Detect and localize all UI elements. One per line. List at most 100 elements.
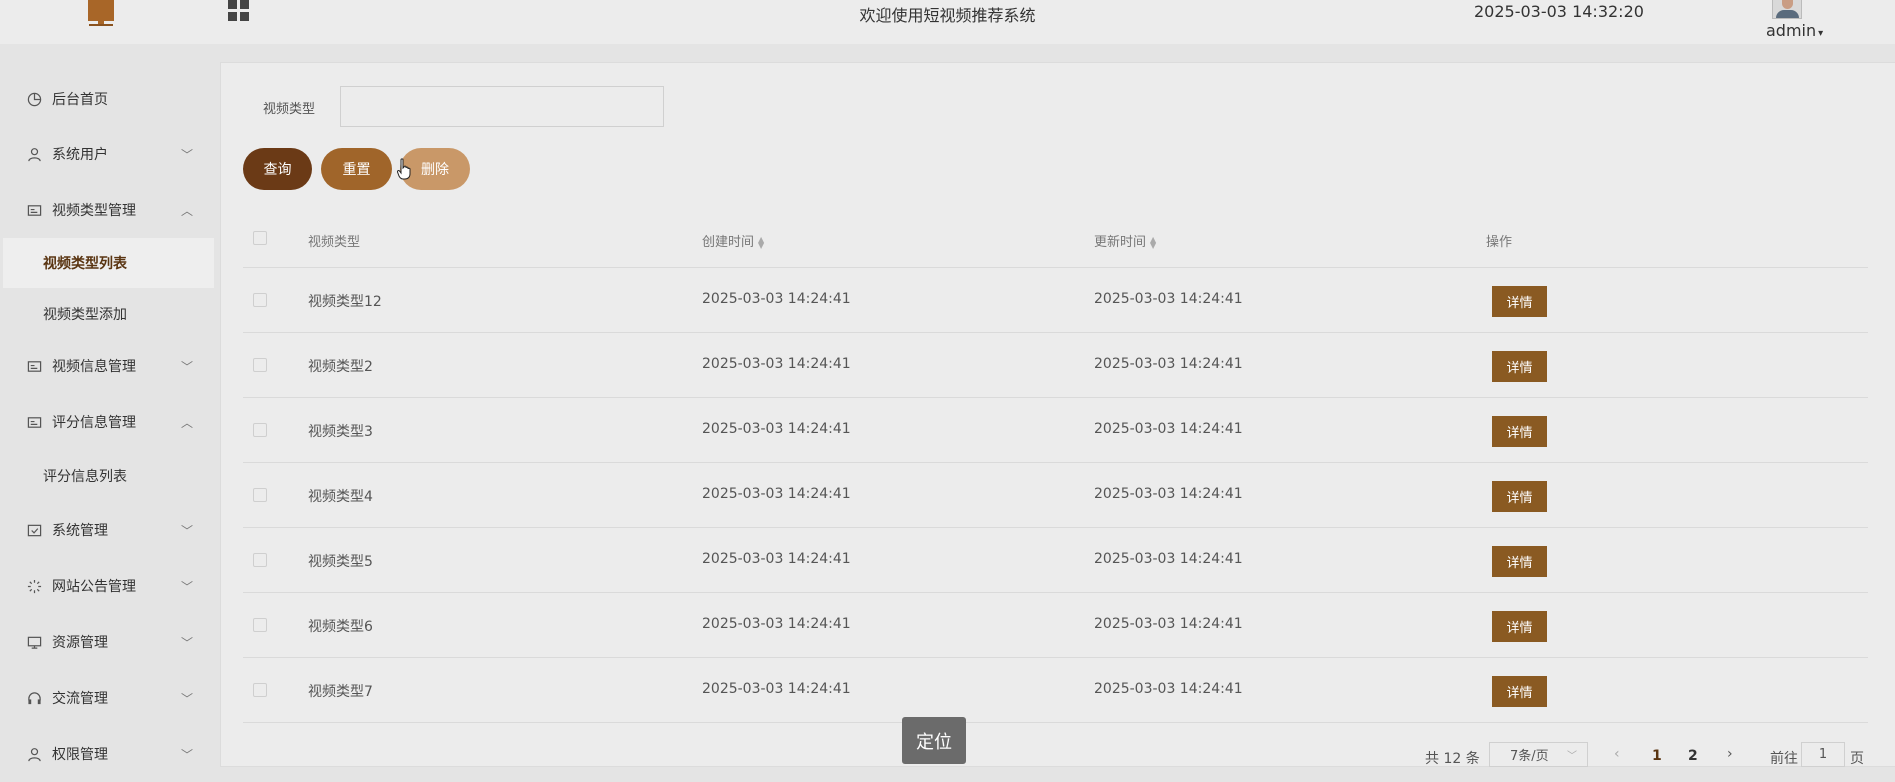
cell-created-time: 2025-03-03 14:24:41 <box>702 616 851 632</box>
detail-button[interactable]: 详情 <box>1492 286 1547 317</box>
row-checkbox[interactable] <box>253 553 267 567</box>
cell-updated-time: 2025-03-03 14:24:41 <box>1094 616 1243 632</box>
sidebar-item-video-type-list[interactable]: 视频类型列表 <box>3 238 214 288</box>
sidebar-item-label: 系统管理 <box>52 523 108 539</box>
sidebar-item-label: 评分信息列表 <box>43 469 127 485</box>
cell-updated-time: 2025-03-03 14:24:41 <box>1094 421 1243 437</box>
sidebar: 后台首页 系统用户 ﹀ 视频类型管理 ︿ 视频类型列表 视频类型添加 视频信息管… <box>0 44 214 767</box>
sidebar-item-rating-list[interactable]: 评分信息列表 <box>0 451 214 501</box>
sidebar-item-label: 视频类型管理 <box>52 203 136 219</box>
sidebar-item-label: 评分信息管理 <box>52 415 136 431</box>
sidebar-item-label: 视频类型添加 <box>43 307 127 323</box>
detail-button[interactable]: 详情 <box>1492 416 1547 447</box>
sidebar-item-system-management[interactable]: 系统管理 ﹀ <box>0 502 214 558</box>
detail-button[interactable]: 详情 <box>1492 611 1547 642</box>
sidebar-item-video-type-management[interactable]: 视频类型管理 ︿ <box>0 182 214 238</box>
cell-updated-time: 2025-03-03 14:24:41 <box>1094 356 1243 372</box>
sidebar-item-announcement-management[interactable]: 网站公告管理 ﹀ <box>0 558 214 614</box>
table-header: 视频类型 创建时间 ▲ ▼ 更新时间 ▲ ▼ 操作 <box>243 212 1868 268</box>
sidebar-item-label: 系统用户 <box>52 147 108 163</box>
sidebar-item-label: 网站公告管理 <box>52 579 136 595</box>
select-all-checkbox[interactable] <box>253 231 267 245</box>
cell-updated-time: 2025-03-03 14:24:41 <box>1094 291 1243 307</box>
detail-button[interactable]: 详情 <box>1492 676 1547 707</box>
sidebar-item-permission-management[interactable]: 权限管理 ﹀ <box>0 726 214 782</box>
pie-chart-icon <box>26 91 42 107</box>
page-suffix: 页 <box>1850 751 1864 767</box>
cell-video-type: 视频类型3 <box>308 424 373 440</box>
sidebar-item-communication-management[interactable]: 交流管理 ﹀ <box>0 670 214 726</box>
detail-button[interactable]: 详情 <box>1492 351 1547 382</box>
total-count: 共 12 条 <box>1425 751 1480 767</box>
detail-button[interactable]: 详情 <box>1492 546 1547 577</box>
user-icon <box>26 146 42 162</box>
sidebar-item-video-type-add[interactable]: 视频类型添加 <box>0 289 214 339</box>
column-header-label: 更新时间 <box>1094 235 1147 250</box>
chevron-down-icon: ﹀ <box>181 359 194 374</box>
table-row: 视频类型2 2025-03-03 14:24:41 2025-03-03 14:24… <box>243 333 1868 398</box>
avatar[interactable] <box>1772 0 1802 19</box>
sidebar-item-label: 视频类型列表 <box>43 256 127 272</box>
sidebar-item-rating-management[interactable]: 评分信息管理 ︿ <box>0 394 214 450</box>
headset-icon <box>26 690 42 706</box>
column-header-label: 创建时间 <box>702 235 755 250</box>
sidebar-item-label: 后台首页 <box>52 92 108 108</box>
user-menu[interactable]: admin ▾ <box>1766 21 1823 40</box>
prev-page-icon[interactable]: ‹ <box>1614 746 1620 762</box>
cell-created-time: 2025-03-03 14:24:41 <box>702 681 851 697</box>
sidebar-item-resource-management[interactable]: 资源管理 ﹀ <box>0 614 214 670</box>
sidebar-item-video-info-management[interactable]: 视频信息管理 ﹀ <box>0 338 214 394</box>
row-checkbox[interactable] <box>253 423 267 437</box>
goto-page-input[interactable] <box>1801 742 1845 767</box>
top-header: 欢迎使用短视频推荐系统 2025-03-03 14:32:20 admin ▾ <box>0 0 1895 44</box>
sort-icon[interactable]: ▲ ▼ <box>758 235 764 249</box>
row-checkbox[interactable] <box>253 683 267 697</box>
caret-down-icon: ▾ <box>1818 28 1824 39</box>
cell-video-type: 视频类型6 <box>308 619 373 635</box>
row-checkbox[interactable] <box>253 293 267 307</box>
page-number-2[interactable]: 2 <box>1688 748 1698 764</box>
sort-icon[interactable]: ▲ ▼ <box>1150 235 1156 249</box>
sidebar-item-home[interactable]: 后台首页 <box>0 71 214 127</box>
cell-video-type: 视频类型7 <box>308 684 373 700</box>
goto-label: 前往 <box>1770 751 1798 767</box>
cell-created-time: 2025-03-03 14:24:41 <box>702 421 851 437</box>
chevron-up-icon: ︿ <box>181 203 194 218</box>
cell-updated-time: 2025-03-03 14:24:41 <box>1094 551 1243 567</box>
next-page-icon[interactable]: › <box>1727 746 1733 762</box>
locate-toast[interactable]: 定位 <box>902 717 966 764</box>
card-icon <box>26 202 42 218</box>
video-type-search-input[interactable] <box>340 86 664 127</box>
table-row: 视频类型3 2025-03-03 14:24:41 2025-03-03 14:24… <box>243 398 1868 463</box>
detail-button[interactable]: 详情 <box>1492 481 1547 512</box>
hand-cursor-icon <box>397 158 411 180</box>
cell-created-time: 2025-03-03 14:24:41 <box>702 356 851 372</box>
column-header-updated-time[interactable]: 更新时间 ▲ ▼ <box>1094 231 1156 250</box>
sidebar-item-label: 视频信息管理 <box>52 359 136 375</box>
column-header-actions: 操作 <box>1486 235 1513 250</box>
page-number-1[interactable]: 1 <box>1652 748 1662 764</box>
chevron-down-icon: ﹀ <box>1567 751 1577 762</box>
reset-button[interactable]: 重置 <box>321 148 392 190</box>
row-checkbox[interactable] <box>253 488 267 502</box>
chevron-up-icon: ︿ <box>181 415 194 430</box>
chevron-down-icon: ﹀ <box>181 523 194 538</box>
username: admin <box>1766 21 1817 40</box>
sidebar-item-system-users[interactable]: 系统用户 ﹀ <box>0 126 214 182</box>
monitor-icon <box>26 634 42 650</box>
current-datetime: 2025-03-03 14:32:20 <box>1474 2 1644 21</box>
sidebar-item-label: 交流管理 <box>52 691 108 707</box>
cell-created-time: 2025-03-03 14:24:41 <box>702 486 851 502</box>
cell-updated-time: 2025-03-03 14:24:41 <box>1094 486 1243 502</box>
cell-updated-time: 2025-03-03 14:24:41 <box>1094 681 1243 697</box>
cell-created-time: 2025-03-03 14:24:41 <box>702 291 851 307</box>
column-header-created-time[interactable]: 创建时间 ▲ ▼ <box>702 231 764 250</box>
row-checkbox[interactable] <box>253 618 267 632</box>
row-checkbox[interactable] <box>253 358 267 372</box>
chevron-down-icon: ﹀ <box>181 635 194 650</box>
table-row: 视频类型4 2025-03-03 14:24:41 2025-03-03 14:24… <box>243 463 1868 528</box>
column-header-video-type: 视频类型 <box>308 235 361 250</box>
query-button[interactable]: 查询 <box>243 148 312 190</box>
search-label: 视频类型 <box>263 102 316 117</box>
page-size-select[interactable]: 7条/页 ﹀ <box>1489 742 1588 767</box>
